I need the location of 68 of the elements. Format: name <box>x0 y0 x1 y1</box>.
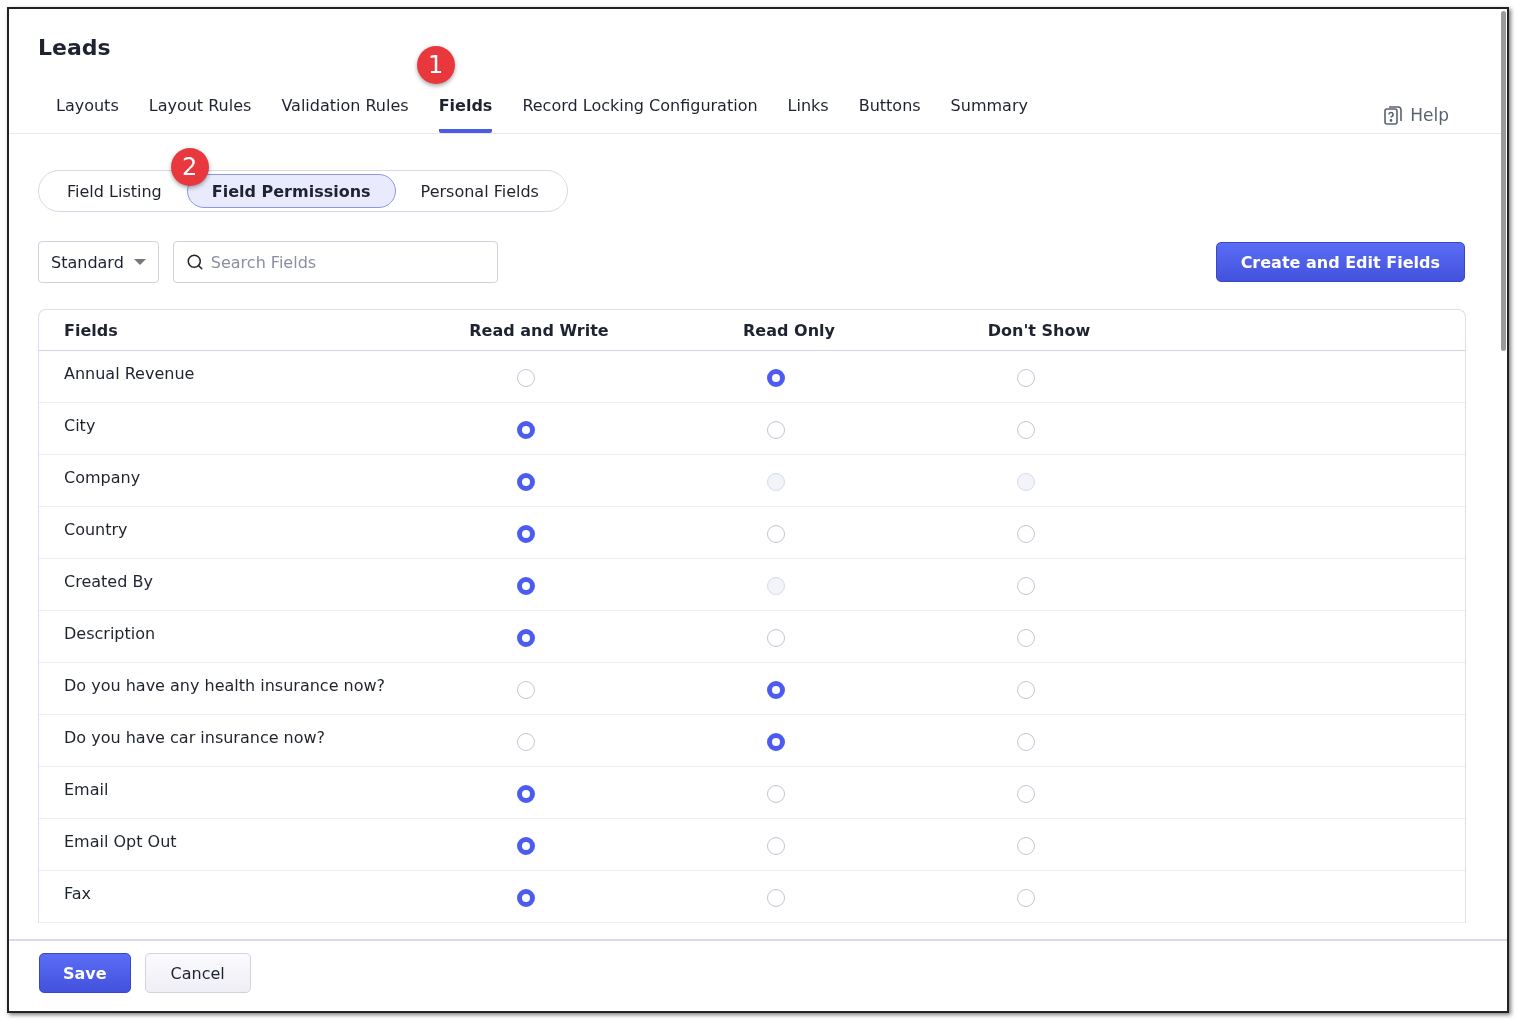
permission-radio[interactable] <box>1017 576 1035 595</box>
permission-radio[interactable] <box>1017 524 1035 543</box>
column-header: Don't Show <box>986 320 1092 340</box>
tab[interactable]: Fields <box>438 96 493 133</box>
permission-radio[interactable] <box>1017 888 1035 907</box>
tab[interactable]: Summary <box>950 96 1028 133</box>
permission-radio[interactable] <box>517 732 535 751</box>
tab[interactable]: Validation Rules <box>281 96 409 133</box>
permission-radio[interactable] <box>1017 420 1035 439</box>
column-header: Read and Write <box>468 320 610 340</box>
permission-radio[interactable] <box>767 368 785 387</box>
filter-dropdown[interactable]: Standard <box>38 241 159 283</box>
save-button[interactable]: Save <box>39 953 131 993</box>
help-icon <box>1384 105 1403 125</box>
permission-radio[interactable] <box>767 888 785 907</box>
tab[interactable]: Links <box>787 96 829 133</box>
segment-tab[interactable]: Personal Fields <box>395 174 564 208</box>
field-name: Do you have any health insurance now? <box>63 675 387 695</box>
permission-radio[interactable] <box>1017 680 1035 699</box>
field-name: Description <box>63 623 157 643</box>
tab[interactable]: Record Locking Configuration <box>522 96 758 133</box>
cancel-button[interactable]: Cancel <box>144 953 251 993</box>
permission-radio[interactable] <box>1017 836 1035 855</box>
segment-tab[interactable]: Field Permissions <box>186 174 396 208</box>
permission-radio[interactable] <box>767 524 785 543</box>
field-name: Email <box>63 779 110 799</box>
tab[interactable]: Buttons <box>858 96 921 133</box>
permission-radio[interactable] <box>1017 732 1035 751</box>
permission-radio[interactable] <box>1017 368 1035 387</box>
field-name: City <box>63 415 97 435</box>
permission-radio[interactable] <box>767 836 785 855</box>
field-name: Email Opt Out <box>63 831 178 851</box>
caret-icon <box>133 259 146 265</box>
permission-radio[interactable] <box>517 888 535 907</box>
scrollbar[interactable] <box>1501 11 1506 351</box>
permission-radio[interactable] <box>767 784 785 803</box>
permission-radio[interactable] <box>517 368 535 387</box>
field-name: Fax <box>63 883 92 903</box>
permission-radio[interactable] <box>767 420 785 439</box>
permission-radio[interactable] <box>517 576 535 595</box>
permission-radio[interactable] <box>517 680 535 699</box>
step-badge: 2 <box>170 148 209 186</box>
page-title: Leads <box>38 34 111 62</box>
column-header: Read Only <box>742 320 836 340</box>
permission-radio[interactable] <box>1017 628 1035 647</box>
step-badge: 1 <box>416 46 455 84</box>
permission-radio[interactable] <box>517 472 535 491</box>
field-name: Annual Revenue <box>63 363 196 383</box>
permission-radio[interactable] <box>517 784 535 803</box>
permission-radio[interactable] <box>517 420 535 439</box>
permission-radio[interactable] <box>767 732 785 751</box>
field-name: Created By <box>63 571 154 591</box>
tab[interactable]: Layout Rules <box>148 96 252 133</box>
search-icon <box>185 253 204 271</box>
field-name: Company <box>63 467 142 487</box>
search-field[interactable]: Search Fields <box>172 241 498 283</box>
permission-radio[interactable] <box>517 836 535 855</box>
field-name: Country <box>63 519 129 539</box>
permission-radio[interactable] <box>767 628 785 647</box>
tab[interactable]: Layouts <box>56 96 119 133</box>
column-header: Fields <box>63 320 119 340</box>
create-edit-fields-button[interactable]: Create and Edit Fields <box>1215 242 1465 282</box>
permission-radio[interactable] <box>517 628 535 647</box>
field-name: Do you have car insurance now? <box>63 727 327 747</box>
permission-radio[interactable] <box>767 680 785 699</box>
help-link[interactable]: Help <box>1384 105 1449 133</box>
permission-radio[interactable] <box>1017 784 1035 803</box>
permission-radio[interactable] <box>517 524 535 543</box>
